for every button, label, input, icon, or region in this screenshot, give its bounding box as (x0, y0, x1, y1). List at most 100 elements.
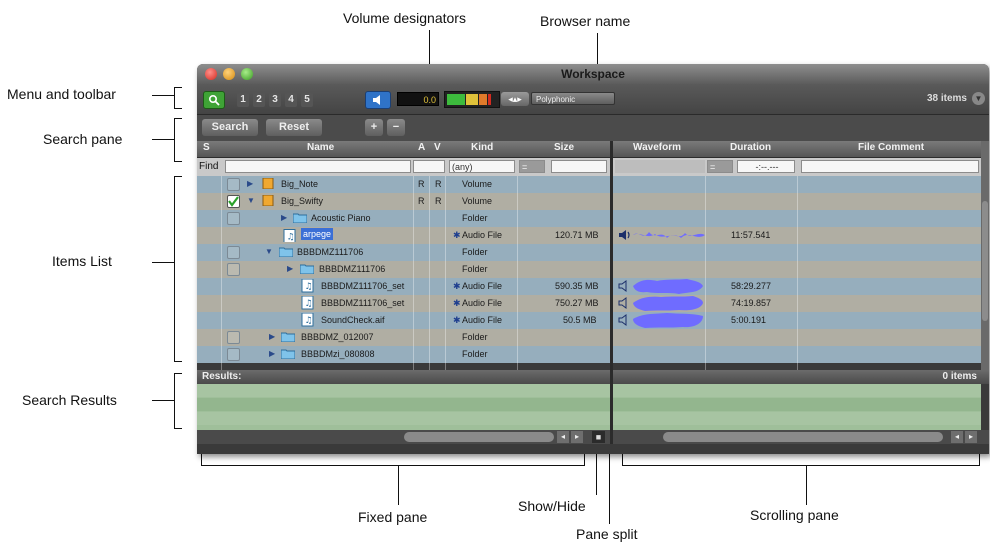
scrolling-pane-hscroll[interactable] (663, 432, 943, 442)
list-item[interactable]: ♫ arpege ✱ Audio File 120.71 MB 11:57.54… (197, 227, 981, 244)
callout-menu-toolbar: Menu and toolbar (7, 86, 116, 102)
view-button-5[interactable]: 5 (301, 93, 313, 107)
item-a: R (418, 196, 425, 206)
scroll-left-button[interactable]: ◂ (557, 431, 569, 443)
callout-search-pane: Search pane (43, 131, 123, 147)
item-kind: Folder (462, 349, 488, 359)
show-hide-button[interactable]: ■ (592, 431, 605, 443)
audio-file-icon: ♫ (283, 229, 296, 242)
tempo-stepper[interactable]: ◂▴▸ (501, 92, 529, 106)
item-name: BBBDMzi_080808 (301, 349, 375, 359)
scroll-left-button[interactable]: ◂ (951, 431, 963, 443)
view-button-1[interactable]: 1 (237, 93, 249, 107)
find-a-field[interactable] (413, 160, 445, 173)
audition-speaker-icon[interactable] (618, 314, 630, 326)
find-row: Find (any) = = -:--.--- (197, 158, 989, 176)
column-v[interactable]: V (434, 142, 441, 153)
list-item[interactable]: ♫ BBBDMZ111706_set ✱ Audio File 750.27 M… (197, 295, 981, 312)
folder-icon (279, 247, 293, 257)
item-kind: Volume (462, 196, 493, 206)
view-button-2[interactable]: 2 (253, 93, 265, 107)
add-criteria-button[interactable]: + (365, 119, 383, 136)
column-a[interactable]: A (418, 142, 425, 153)
column-file-comment[interactable]: File Comment (858, 142, 924, 153)
disclosure-right-icon[interactable]: ▶ (281, 213, 287, 222)
item-kind: Folder (462, 264, 488, 274)
workspace-window: Workspace 1 2 3 4 5 0.0 ◂▴▸ Polyphonic 3… (197, 64, 989, 454)
scroll-right-button[interactable]: ▸ (965, 431, 977, 443)
find-duration-operator[interactable]: = (707, 160, 733, 173)
find-kind-select[interactable]: (any) (449, 160, 515, 173)
list-item[interactable]: ▶ Big_Note R R Volume (197, 176, 981, 193)
select-checkbox[interactable] (227, 331, 240, 344)
select-checkbox[interactable] (227, 263, 240, 276)
column-name[interactable]: Name (307, 142, 334, 153)
list-item[interactable]: ♫ SoundCheck.aif ✱ Audio File 50.5 MB 5:… (197, 312, 981, 329)
disclosure-down-icon[interactable]: ▼ (265, 247, 273, 256)
column-s[interactable]: S (203, 142, 210, 153)
select-checkbox[interactable] (227, 348, 240, 361)
find-duration-field[interactable]: -:--.--- (737, 160, 795, 173)
bottom-scrollbars: ◂ ▸ ■ ◂ ▸ (197, 430, 989, 444)
svg-text:♫: ♫ (305, 299, 313, 309)
item-name: BBBDMZ111706_set (321, 281, 405, 291)
view-button-3[interactable]: 3 (269, 93, 281, 107)
audition-speaker-icon[interactable] (618, 280, 630, 292)
select-checkbox[interactable] (227, 246, 240, 259)
item-name: SoundCheck.aif (321, 315, 385, 325)
column-waveform[interactable]: Waveform (633, 142, 681, 153)
reset-button[interactable]: Reset (266, 119, 322, 136)
folder-icon (281, 349, 295, 359)
disclosure-right-icon[interactable]: ▶ (269, 332, 275, 341)
find-size-operator[interactable]: = (519, 160, 545, 173)
find-comment-field[interactable] (801, 160, 979, 173)
disclosure-right-icon[interactable]: ▶ (287, 264, 293, 273)
callout-fixed-pane: Fixed pane (358, 509, 428, 525)
view-button-4[interactable]: 4 (285, 93, 297, 107)
select-checkbox[interactable] (227, 195, 240, 208)
find-label: Find (199, 161, 219, 172)
search-results-list (197, 384, 981, 430)
search-button[interactable]: Search (202, 119, 258, 136)
column-size[interactable]: Size (554, 142, 574, 153)
remove-criteria-button[interactable]: − (387, 119, 405, 136)
find-name-field[interactable] (225, 160, 411, 173)
list-item[interactable]: ▼ BBBDMZ111706 Folder (197, 244, 981, 261)
scroll-thumb[interactable] (982, 201, 988, 321)
pane-split-handle[interactable] (610, 141, 613, 444)
leader-split (609, 448, 610, 524)
list-item[interactable]: ▼ Big_Swifty R R Volume (197, 193, 981, 210)
item-size: 750.27 MB (555, 298, 599, 308)
list-item[interactable]: ▶ BBBDMzi_080808 Folder (197, 346, 981, 363)
menu-chevron-button[interactable]: ▼ (972, 92, 985, 105)
level-meter (444, 91, 500, 108)
item-v: R (435, 196, 442, 206)
list-item[interactable]: ▶ BBBDMZ_012007 Folder (197, 329, 981, 346)
audio-file-badge-icon: ✱ (453, 230, 461, 240)
audition-speaker-icon[interactable] (618, 229, 632, 241)
list-item[interactable]: ▶ BBBDMZ111706 Folder (197, 261, 981, 278)
vertical-scrollbar[interactable] (981, 141, 989, 370)
search-pane: Search Reset + − (197, 115, 989, 141)
item-name: Big_Swifty (281, 196, 324, 206)
disclosure-right-icon[interactable]: ▶ (247, 179, 253, 188)
search-toggle-button[interactable] (203, 91, 225, 109)
fixed-pane-hscroll[interactable] (404, 432, 554, 442)
disclosure-down-icon[interactable]: ▼ (247, 196, 255, 205)
find-waveform-field[interactable] (615, 160, 705, 173)
select-checkbox[interactable] (227, 178, 240, 191)
find-size-field[interactable] (551, 160, 607, 173)
audition-speaker-icon[interactable] (618, 297, 630, 309)
callout-pane-split: Pane split (576, 526, 638, 542)
mode-select[interactable]: Polyphonic (531, 92, 615, 105)
items-list: ▶ Big_Note R R Volume ▼ Big_Swifty R R V… (197, 176, 989, 370)
callout-show-hide: Show/Hide (518, 498, 586, 514)
audition-button[interactable] (365, 91, 391, 109)
scroll-right-button[interactable]: ▸ (571, 431, 583, 443)
column-kind[interactable]: Kind (471, 142, 493, 153)
column-duration[interactable]: Duration (730, 142, 771, 153)
select-checkbox[interactable] (227, 212, 240, 225)
disclosure-right-icon[interactable]: ▶ (269, 349, 275, 358)
list-item[interactable]: ▶ Acoustic Piano Folder (197, 210, 981, 227)
list-item[interactable]: ♫ BBBDMZ111706_set ✱ Audio File 590.35 M… (197, 278, 981, 295)
